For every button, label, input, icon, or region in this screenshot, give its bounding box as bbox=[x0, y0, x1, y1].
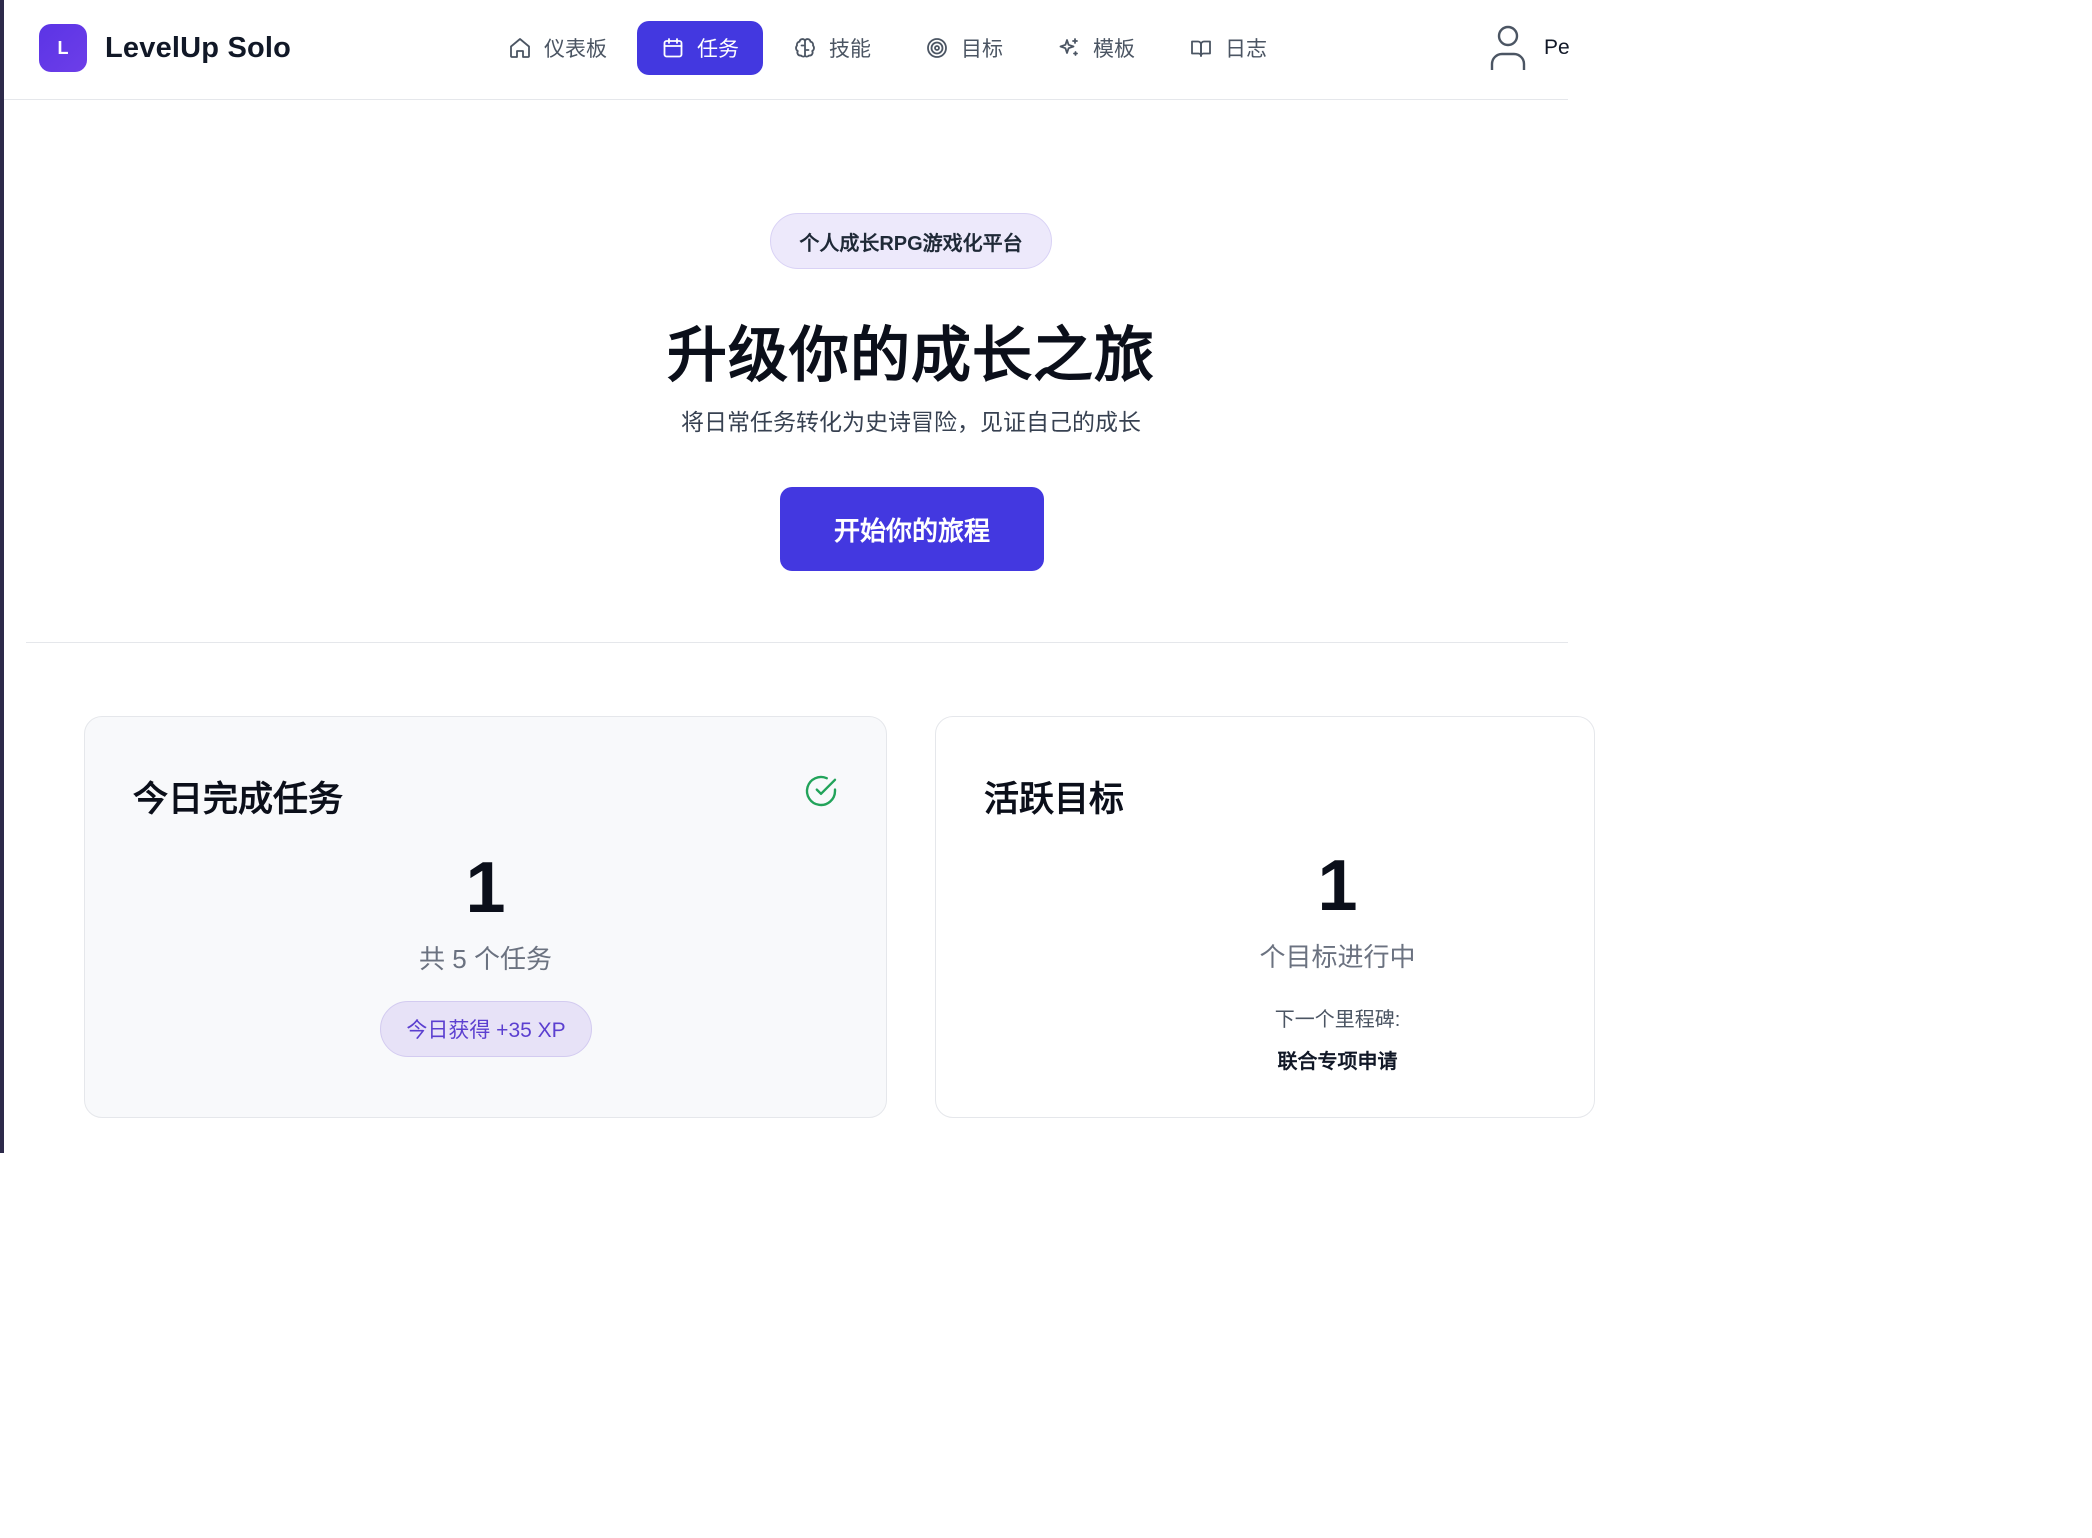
active-goals-count: 1 bbox=[1317, 846, 1358, 926]
nav-item-label: 仪表板 bbox=[544, 38, 607, 61]
hero-subtitle: 将日常任务转化为史诗冒险，见证自己的成长 bbox=[681, 409, 1141, 435]
target-icon bbox=[927, 38, 947, 58]
card-title: 活跃目标 bbox=[984, 780, 1125, 819]
nav-item-goals[interactable]: 目标 bbox=[909, 21, 1019, 75]
nav-item-templates[interactable]: 模板 bbox=[1041, 21, 1151, 75]
tasks-total-text: 共 5 个任务 bbox=[419, 944, 552, 974]
hero-title: 升级你的成长之旅 bbox=[667, 322, 1155, 389]
sparkles-icon bbox=[1059, 38, 1078, 56]
brain-icon bbox=[795, 38, 815, 58]
card-title: 今日完成任务 bbox=[133, 780, 344, 819]
tasks-completed-count: 1 bbox=[465, 848, 506, 928]
nav-item-label: 模板 bbox=[1093, 38, 1135, 61]
nav-item-label: 日志 bbox=[1225, 38, 1267, 61]
logo: L bbox=[39, 24, 87, 72]
nav-item-label: 目标 bbox=[961, 38, 1003, 61]
tasks-today-card: 今日完成任务 1 共 5 个任务 今日获得 +35 XP bbox=[84, 716, 887, 1118]
brand-name: LevelUp Solo bbox=[105, 31, 292, 64]
section-divider bbox=[26, 642, 1568, 643]
goals-status-text: 个目标进行中 bbox=[1259, 942, 1416, 972]
milestone-value[interactable]: 联合专项申请 bbox=[936, 1045, 1739, 1074]
nav-item-skills[interactable]: 技能 bbox=[777, 21, 887, 75]
check-circle-icon bbox=[803, 773, 839, 809]
top-navbar: L LevelUp Solo 仪表板 任务 技能 目标 模板 日志 Pe bbox=[4, 0, 1570, 100]
brand[interactable]: L LevelUp Solo bbox=[39, 24, 291, 72]
calendar-icon bbox=[663, 38, 683, 58]
nav-item-label: 技能 bbox=[829, 38, 871, 61]
user-name: Pe bbox=[1544, 36, 1570, 59]
main-nav: 仪表板 任务 技能 目标 模板 日志 bbox=[492, 21, 1289, 75]
book-open-icon bbox=[1191, 40, 1211, 57]
nav-item-dashboard[interactable]: 仪表板 bbox=[492, 21, 623, 75]
start-journey-button[interactable]: 开始你的旅程 bbox=[780, 487, 1044, 571]
milestone-label: 下一个里程碑: bbox=[1274, 1009, 1401, 1031]
hero-section: 个人成长RPG游戏化平台 升级你的成长之旅 将日常任务转化为史诗冒险，见证自己的… bbox=[4, 101, 1568, 643]
nav-item-tasks[interactable]: 任务 bbox=[637, 21, 763, 75]
home-icon bbox=[510, 38, 530, 58]
xp-badge: 今日获得 +35 XP bbox=[380, 1001, 592, 1057]
nav-item-journal[interactable]: 日志 bbox=[1173, 21, 1283, 75]
nav-item-label: 任务 bbox=[697, 38, 739, 61]
user-icon bbox=[1490, 25, 1526, 70]
active-goals-card: 活跃目标 1 个目标进行中 下一个里程碑: 联合专项申请 bbox=[935, 716, 1595, 1118]
platform-tag: 个人成长RPG游戏化平台 bbox=[770, 213, 1052, 269]
user-menu[interactable]: Pe bbox=[1488, 24, 1570, 72]
